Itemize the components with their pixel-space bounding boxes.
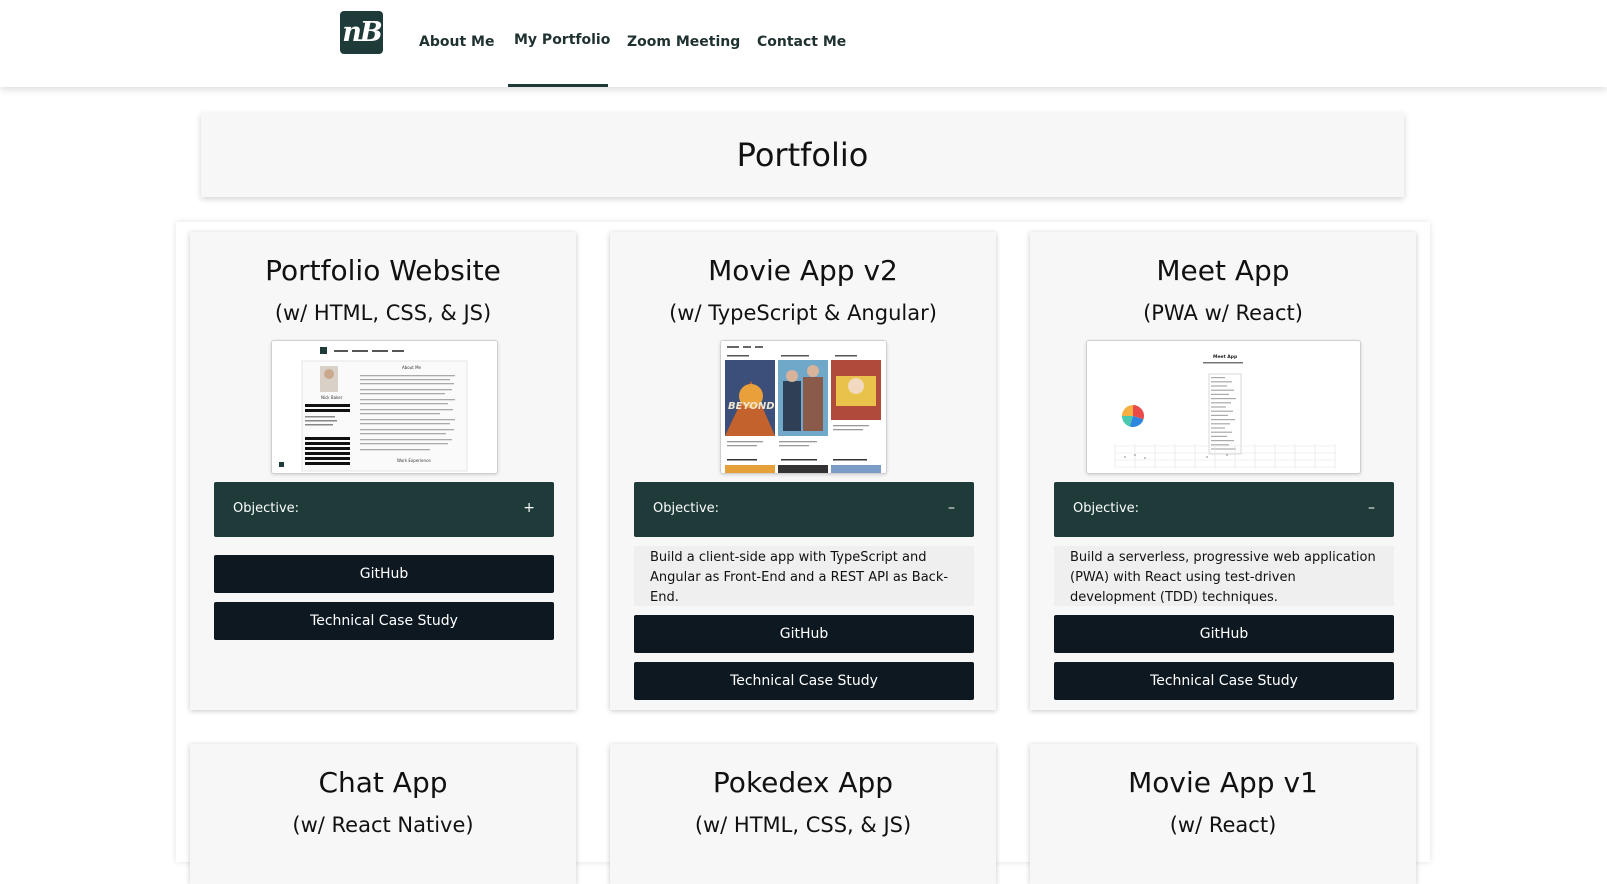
list-line <box>1211 431 1232 433</box>
logo[interactable]: nB <box>340 11 383 54</box>
list-line <box>1211 381 1232 383</box>
project-thumbnail[interactable]: Nick Baker About Me Work Experience <box>271 340 498 474</box>
case-study-button[interactable]: Technical Case Study <box>634 662 974 700</box>
project-thumbnail[interactable]: Meet App <box>1086 340 1361 474</box>
project-card-portfolio-website: Portfolio Website (w/ HTML, CSS, & JS) N… <box>190 232 576 710</box>
project-card-movie-app-v1: Movie App v1 (w/ React) <box>1030 744 1416 884</box>
project-card-chat-app: Chat App (w/ React Native) <box>190 744 576 884</box>
objective-toggle[interactable]: Objective: + <box>214 482 554 537</box>
plus-icon: + <box>523 500 535 516</box>
card-subtitle: (w/ HTML, CSS, & JS) <box>274 301 492 325</box>
list-line <box>1211 406 1226 408</box>
objective-toggle[interactable]: Objective: – <box>634 482 974 537</box>
card-title: Meet App <box>1156 254 1290 287</box>
portfolio-grid: Portfolio Website (w/ HTML, CSS, & JS) N… <box>176 222 1430 884</box>
list-line <box>1211 427 1225 429</box>
objective-label: Objective: <box>1073 501 1140 516</box>
card-title: Movie App v1 <box>1128 766 1318 799</box>
svg-text:Nick Baker: Nick Baker <box>321 395 343 400</box>
list-line <box>1211 419 1235 421</box>
objective-label: Objective: <box>233 501 300 516</box>
objective-toggle[interactable]: Objective: – <box>1054 482 1394 537</box>
nav-my-portfolio[interactable]: My Portfolio <box>514 32 610 48</box>
list-line <box>1211 402 1231 404</box>
objective-text: Build a serverless, progressive web appl… <box>1054 546 1394 606</box>
list-line <box>1211 398 1236 400</box>
github-button[interactable]: GitHub <box>1054 615 1394 653</box>
navbar: nB About Me My Portfolio Zoom Meeting Co… <box>0 0 1607 87</box>
list-line <box>1211 393 1229 395</box>
list-line <box>1211 389 1234 391</box>
nav-zoom-meeting[interactable]: Zoom Meeting <box>627 34 740 50</box>
page-title-panel: Portfolio <box>201 113 1404 197</box>
list-line <box>1211 414 1228 416</box>
nav-active-indicator <box>508 84 608 87</box>
svg-text:Work Experience: Work Experience <box>397 458 431 463</box>
meet-app-screenshot-icon: Meet App <box>1087 341 1360 473</box>
project-card-meet-app: Meet App (PWA w/ React) Meet App Objecti… <box>1030 232 1416 710</box>
page-title: Portfolio <box>736 136 869 174</box>
card-title: Pokedex App <box>712 766 894 799</box>
card-subtitle: (w/ TypeScript & Angular) <box>669 301 937 325</box>
card-title: Chat App <box>318 766 448 799</box>
case-study-button[interactable]: Technical Case Study <box>214 602 554 640</box>
objective-label: Objective: <box>653 501 720 516</box>
card-subtitle: (PWA w/ React) <box>1143 301 1303 325</box>
github-button[interactable]: GitHub <box>214 555 554 593</box>
list-line <box>1211 423 1230 425</box>
project-thumbnail[interactable]: BEYOND <box>720 340 887 474</box>
github-button[interactable]: GitHub <box>634 615 974 653</box>
minus-icon: – <box>1368 500 1375 516</box>
list-line <box>1211 410 1233 412</box>
card-subtitle: (w/ React) <box>1169 813 1277 837</box>
list-line <box>1211 385 1227 387</box>
nav-contact-me[interactable]: Contact Me <box>757 34 846 50</box>
portfolio-website-screenshot-icon: Nick Baker About Me Work Experience <box>272 341 497 473</box>
nav-about-me[interactable]: About Me <box>419 34 494 50</box>
list-line <box>1211 440 1234 442</box>
card-subtitle: (w/ HTML, CSS, & JS) <box>694 813 912 837</box>
objective-text: Build a client-side app with TypeScript … <box>634 546 974 606</box>
movie-app-screenshot-icon: BEYOND <box>721 341 886 473</box>
svg-text:BEYOND: BEYOND <box>728 401 775 412</box>
project-card-pokedex-app: Pokedex App (w/ HTML, CSS, & JS) <box>610 744 996 884</box>
list-line <box>1211 444 1229 446</box>
project-card-movie-app-v2: Movie App v2 (w/ TypeScript & Angular) B… <box>610 232 996 710</box>
minus-icon: – <box>948 500 955 516</box>
svg-text:About Me: About Me <box>402 365 422 370</box>
list-line <box>1211 435 1227 437</box>
case-study-button[interactable]: Technical Case Study <box>1054 662 1394 700</box>
list-line <box>1211 377 1225 379</box>
card-title: Movie App v2 <box>708 254 898 287</box>
svg-text:Meet App: Meet App <box>1213 354 1238 360</box>
card-title: Portfolio Website <box>265 254 501 287</box>
card-subtitle: (w/ React Native) <box>292 813 474 837</box>
pie-chart <box>1122 405 1144 427</box>
